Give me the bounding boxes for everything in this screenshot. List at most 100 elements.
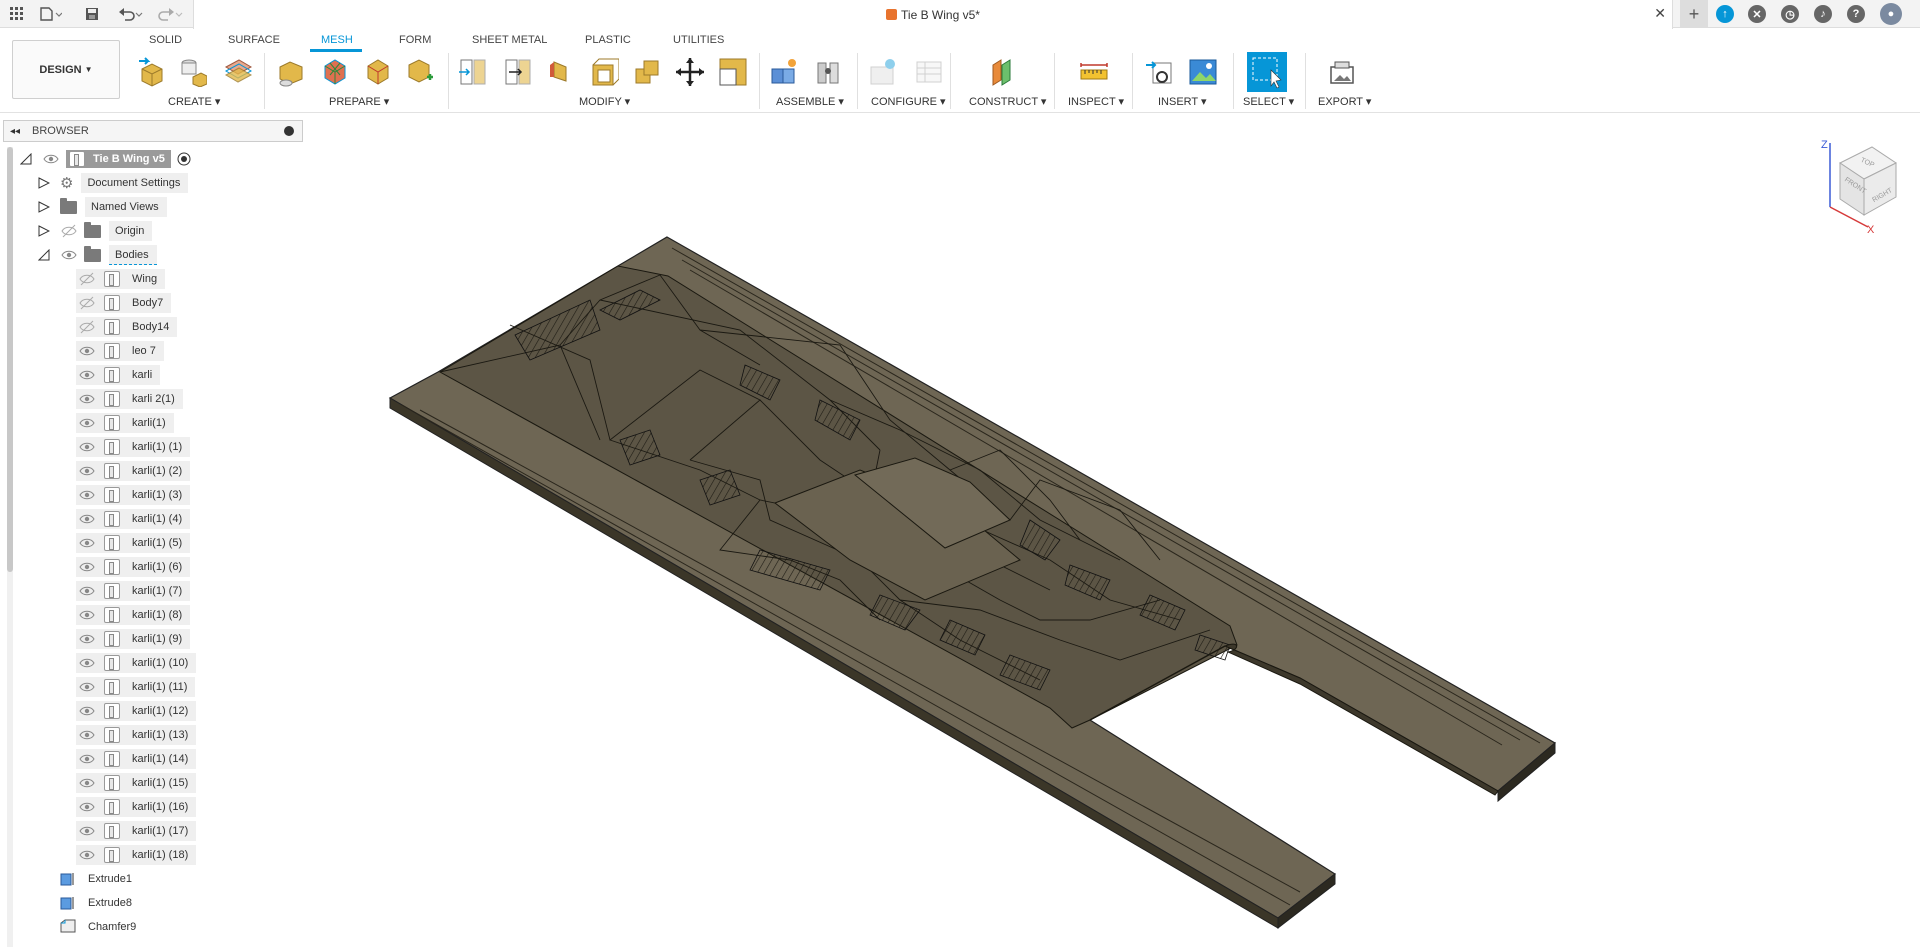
close-tab-icon[interactable]: ✕ — [1654, 5, 1666, 22]
configure-icon[interactable] — [868, 57, 898, 87]
visibility-eye-icon[interactable] — [42, 150, 60, 168]
redo-icon[interactable] — [153, 0, 187, 28]
generate-face-groups-icon[interactable] — [405, 57, 435, 87]
visibility-eye-icon[interactable] — [78, 486, 96, 504]
tree-feature[interactable]: Extrude1 — [60, 869, 132, 889]
tree-origin[interactable]: Origin — [38, 221, 153, 241]
visibility-eye-icon[interactable] — [78, 558, 96, 576]
tree-body[interactable]: karli(1) (15) — [76, 773, 197, 793]
visibility-eye-icon[interactable] — [60, 246, 78, 264]
insert-mesh-icon[interactable] — [137, 57, 167, 87]
tree-body[interactable]: karli(1) (12) — [76, 701, 197, 721]
tree-document-settings[interactable]: ⚙ Document Settings — [38, 173, 189, 193]
tree-body[interactable]: karli(1) (3) — [76, 485, 191, 505]
export-icon[interactable] — [1327, 57, 1357, 87]
reduce-icon[interactable] — [363, 57, 393, 87]
scale-icon[interactable] — [718, 57, 748, 87]
offline-icon[interactable]: ✕ — [1748, 5, 1766, 23]
expand-triangle-icon[interactable] — [38, 177, 50, 189]
measure-icon[interactable] — [1079, 57, 1109, 87]
tree-body[interactable]: karli(1) (7) — [76, 581, 191, 601]
visibility-eye-icon[interactable] — [78, 438, 96, 456]
group-select[interactable]: SELECT ▾ — [1243, 95, 1294, 108]
tree-body[interactable]: karli(1) (8) — [76, 605, 191, 625]
expand-triangle-icon[interactable] — [38, 201, 50, 213]
tree-body[interactable]: karli(1) (13) — [76, 725, 197, 745]
shell-icon[interactable] — [589, 57, 619, 87]
tab-mesh[interactable]: MESH — [321, 34, 353, 46]
plane-cut-icon[interactable] — [458, 57, 488, 87]
insert-canvas-icon[interactable] — [1188, 57, 1218, 87]
visibility-eye-icon[interactable] — [78, 342, 96, 360]
new-tab-icon[interactable]: + — [1680, 0, 1708, 28]
visibility-eye-icon[interactable] — [78, 702, 96, 720]
insert-derive-icon[interactable] — [1145, 57, 1175, 87]
group-construct[interactable]: CONSTRUCT ▾ — [969, 95, 1046, 108]
tree-body[interactable]: karli(1) — [76, 413, 174, 433]
create-form-mesh-icon[interactable] — [177, 57, 207, 87]
group-create[interactable]: CREATE ▾ — [168, 95, 220, 108]
visibility-eye-icon[interactable] — [78, 822, 96, 840]
group-insert[interactable]: INSERT ▾ — [1158, 95, 1207, 108]
visibility-eye-icon[interactable] — [78, 582, 96, 600]
face-group-icon[interactable] — [223, 57, 253, 87]
tree-body[interactable]: karli(1) (4) — [76, 509, 191, 529]
visibility-eye-icon[interactable] — [78, 414, 96, 432]
tree-body[interactable]: karli(1) (1) — [76, 437, 191, 457]
tab-form[interactable]: FORM — [399, 34, 431, 46]
tree-feature[interactable]: Chamfer9 — [60, 917, 136, 937]
visibility-eye-icon[interactable] — [78, 510, 96, 528]
visibility-eye-icon[interactable] — [78, 846, 96, 864]
visibility-eye-icon[interactable] — [78, 750, 96, 768]
tree-body[interactable]: karli(1) (5) — [76, 533, 191, 553]
separate-icon[interactable] — [503, 57, 533, 87]
group-inspect[interactable]: INSPECT ▾ — [1068, 95, 1124, 108]
tree-body[interactable]: karli(1) (9) — [76, 629, 191, 649]
collapse-browser-icon[interactable]: ◂◂ — [4, 126, 26, 137]
visibility-eye-icon[interactable] — [78, 462, 96, 480]
tree-body[interactable]: karli(1) (14) — [76, 749, 197, 769]
remesh-icon[interactable] — [320, 57, 350, 87]
model-viewport[interactable] — [0, 113, 1920, 947]
viewcube[interactable]: Z X TOP FRONT RIGHT — [1810, 135, 1910, 235]
tree-root[interactable]: Tie B Wing v5 — [20, 149, 191, 169]
group-export[interactable]: EXPORT ▾ — [1318, 95, 1371, 108]
repair-icon[interactable] — [276, 57, 306, 87]
expand-triangle-icon[interactable] — [38, 225, 50, 237]
configuration-table-icon[interactable] — [914, 57, 944, 87]
tree-body[interactable]: karli 2(1) — [76, 389, 183, 409]
visibility-eye-icon[interactable] — [78, 366, 96, 384]
visibility-eye-icon[interactable] — [78, 654, 96, 672]
tree-named-views[interactable]: Named Views — [38, 197, 167, 217]
hidden-eye-icon[interactable] — [60, 222, 78, 240]
select-window-icon[interactable] — [1247, 52, 1287, 92]
document-tab[interactable]: Tie B Wing v5* ✕ — [193, 0, 1673, 29]
job-status-icon[interactable]: ◷ — [1781, 5, 1799, 23]
root-component[interactable]: Tie B Wing v5 — [66, 150, 171, 168]
offset-plane-icon[interactable] — [987, 57, 1017, 87]
tree-body[interactable]: Body7 — [76, 293, 172, 313]
tree-body[interactable]: karli(1) (17) — [76, 821, 197, 841]
tree-body[interactable]: karli(1) (18) — [76, 845, 197, 865]
group-prepare[interactable]: PREPARE ▾ — [329, 95, 389, 108]
file-menu-icon[interactable] — [36, 0, 66, 28]
combine-icon[interactable] — [633, 57, 663, 87]
tab-solid[interactable]: SOLID — [149, 34, 182, 46]
visibility-eye-icon[interactable] — [78, 534, 96, 552]
browser-header[interactable]: ◂◂ BROWSER — [3, 120, 303, 142]
visibility-eye-icon[interactable] — [78, 390, 96, 408]
user-avatar-icon[interactable]: ● — [1880, 3, 1902, 25]
browser-scrollbar[interactable] — [7, 147, 13, 572]
wing-model[interactable] — [388, 236, 1557, 930]
visibility-eye-icon[interactable] — [78, 798, 96, 816]
tab-plastic[interactable]: PLASTIC — [585, 34, 631, 46]
tab-utilities[interactable]: UTILITIES — [673, 34, 724, 46]
visibility-eye-icon[interactable] — [78, 774, 96, 792]
tree-body[interactable]: karli(1) (11) — [76, 677, 196, 697]
visibility-eye-icon[interactable] — [78, 606, 96, 624]
data-panel-icon[interactable]: ↑ — [1716, 5, 1734, 23]
help-icon[interactable]: ? — [1847, 5, 1865, 23]
group-modify[interactable]: MODIFY ▾ — [579, 95, 630, 108]
visibility-eye-icon[interactable] — [78, 630, 96, 648]
tab-sheet-metal[interactable]: SHEET METAL — [472, 34, 547, 46]
